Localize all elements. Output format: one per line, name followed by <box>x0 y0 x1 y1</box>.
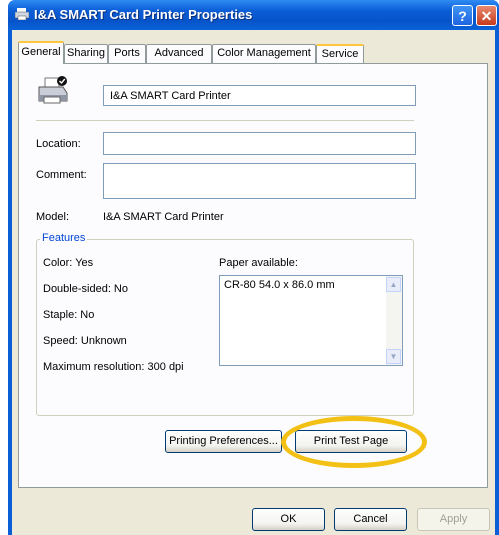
feature-double-sided: Double-sided: No <box>43 283 128 295</box>
tab-color-management[interactable]: Color Management <box>212 44 316 63</box>
location-label: Location: <box>36 138 81 150</box>
feature-color: Color: Yes <box>43 257 94 269</box>
dialog-client-area: General Sharing Ports Advanced Color Man… <box>12 30 495 535</box>
close-button[interactable]: ✕ <box>476 5 497 26</box>
printer-name-field[interactable]: I&A SMART Card Printer <box>103 85 416 106</box>
title-bar[interactable]: I&A SMART Card Printer Properties ? ✕ <box>8 0 499 30</box>
features-title: Features <box>40 232 88 244</box>
printer-icon <box>15 8 29 20</box>
model-label: Model: <box>36 211 70 223</box>
feature-speed: Speed: Unknown <box>43 335 127 347</box>
cancel-button[interactable]: Cancel <box>334 508 407 531</box>
paper-list-scrollbar[interactable]: ▲ ▼ <box>386 276 402 365</box>
tab-sharing[interactable]: Sharing <box>64 44 108 63</box>
tab-general[interactable]: General <box>18 41 64 64</box>
general-tab-panel: I&A SMART Card Printer Location: Comment… <box>18 63 488 488</box>
apply-button[interactable]: Apply <box>417 508 490 531</box>
printer-default-icon <box>38 76 68 104</box>
comment-field[interactable] <box>103 163 416 199</box>
tab-advanced[interactable]: Advanced <box>146 44 212 63</box>
window-title: I&A SMART Card Printer Properties <box>34 7 253 22</box>
scroll-down-icon[interactable]: ▼ <box>386 349 401 364</box>
feature-staple: Staple: No <box>43 309 95 321</box>
tab-service[interactable]: Service <box>316 44 364 63</box>
ok-button[interactable]: OK <box>252 508 325 531</box>
scroll-up-icon[interactable]: ▲ <box>386 277 401 292</box>
highlight-ring <box>281 416 427 468</box>
printer-name-value: I&A SMART Card Printer <box>110 90 231 102</box>
tab-ports[interactable]: Ports <box>108 44 146 63</box>
location-field[interactable] <box>103 132 416 155</box>
separator <box>36 120 414 121</box>
comment-label: Comment: <box>36 169 87 181</box>
dialog-window: I&A SMART Card Printer Properties ? ✕ Ge… <box>8 0 499 535</box>
paper-available-label: Paper available: <box>219 257 298 269</box>
printing-preferences-button[interactable]: Printing Preferences... <box>165 430 282 453</box>
model-value: I&A SMART Card Printer <box>103 211 224 223</box>
comment-value <box>104 164 415 172</box>
paper-list[interactable]: CR-80 54.0 x 86.0 mm ▲ ▼ <box>219 275 403 366</box>
help-button[interactable]: ? <box>452 5 473 26</box>
paper-item[interactable]: CR-80 54.0 x 86.0 mm <box>220 276 402 294</box>
location-value <box>104 133 415 141</box>
feature-max-resolution: Maximum resolution: 300 dpi <box>43 361 184 373</box>
